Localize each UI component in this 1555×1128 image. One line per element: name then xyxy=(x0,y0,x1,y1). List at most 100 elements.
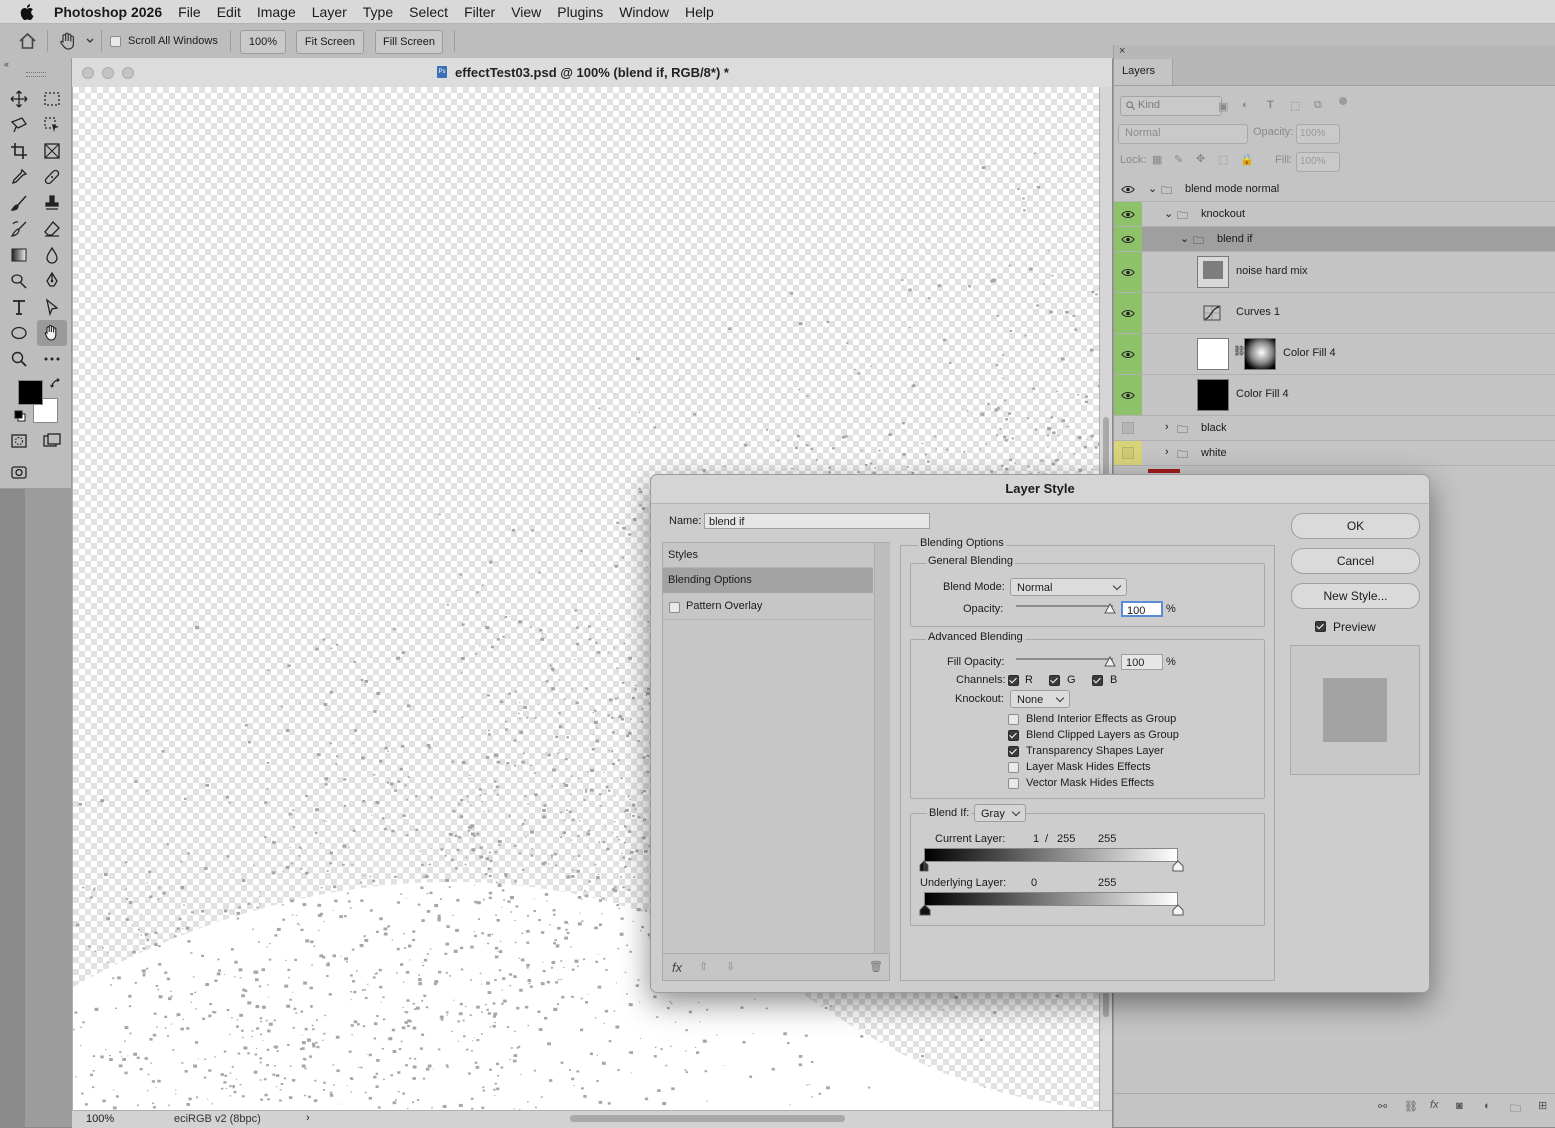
expand-chevron-icon[interactable]: ⌄ xyxy=(1164,207,1173,220)
fill-opacity-slider-handle[interactable] xyxy=(1104,656,1116,667)
zoom-level[interactable]: 100% xyxy=(86,1113,114,1125)
document-title-bar[interactable]: Ps effectTest03.psd @ 100% (blend if, RG… xyxy=(72,58,1112,88)
move-down-icon[interactable]: ⇩ xyxy=(726,960,735,973)
fx-icon[interactable]: fx xyxy=(672,960,682,975)
object-selection-tool-icon[interactable] xyxy=(40,114,64,136)
expand-chevron-icon[interactable]: ⌄ xyxy=(1180,232,1189,245)
blend-mode-select[interactable]: Normal xyxy=(1118,124,1248,144)
link-layers-icon[interactable]: ⚯ xyxy=(1378,1100,1387,1113)
visibility-eye-icon[interactable] xyxy=(1114,334,1142,374)
image-filter-icon[interactable]: ▣ xyxy=(1218,100,1228,113)
trash-icon[interactable]: 🗑 xyxy=(869,960,883,973)
menu-image[interactable]: Image xyxy=(257,4,296,20)
expand-chevron-icon[interactable]: ⌄ xyxy=(1148,182,1157,195)
path-selection-tool-icon[interactable] xyxy=(40,296,64,318)
underlying-layer-black-handle[interactable] xyxy=(919,904,931,916)
layer-row-curves-1[interactable]: Curves 1 xyxy=(1114,293,1555,334)
dodge-tool-icon[interactable] xyxy=(7,270,31,292)
hand-tool-icon[interactable] xyxy=(37,320,67,346)
styles-item-pattern-overlay[interactable]: Pattern Overlay xyxy=(663,594,873,620)
smart-object-filter-icon[interactable]: ⧉ xyxy=(1314,99,1322,112)
layer-row-color-fill-4[interactable]: Color Fill 4 xyxy=(1114,375,1555,416)
scroll-all-windows-checkbox[interactable] xyxy=(110,36,121,47)
tab-layers[interactable]: Layers xyxy=(1114,59,1173,85)
lock-all-icon[interactable]: 🔒 xyxy=(1240,153,1254,166)
brush-tool-icon[interactable] xyxy=(7,192,31,214)
styles-item-blending-options[interactable]: Blending Options xyxy=(663,568,873,593)
eyedropper-tool-icon[interactable] xyxy=(7,166,31,188)
pattern-overlay-checkbox[interactable] xyxy=(669,602,680,613)
layer-row-noise-hard-mix[interactable]: noise hard mix xyxy=(1114,252,1555,293)
dialog-title-bar[interactable]: Layer Style xyxy=(651,475,1429,504)
blend-mode-select[interactable]: Normal xyxy=(1010,578,1127,596)
stamp-tool-icon[interactable] xyxy=(40,192,64,214)
menu-plugins[interactable]: Plugins xyxy=(557,4,603,20)
zoom-tool-icon[interactable] xyxy=(7,348,31,370)
close-panel-icon[interactable]: × xyxy=(1119,45,1125,57)
blend-clipped-layers-checkbox[interactable] xyxy=(1008,730,1019,741)
marquee-tool-icon[interactable] xyxy=(40,88,64,110)
styles-list-scrollbar[interactable] xyxy=(874,543,890,953)
fx-icon[interactable]: fx xyxy=(1430,1099,1439,1111)
lasso-tool-icon[interactable] xyxy=(7,114,31,136)
layer-mask-thumbnail[interactable] xyxy=(1244,338,1276,370)
app-menu[interactable]: Photoshop 2026 xyxy=(54,4,162,20)
adjustment-filter-icon[interactable]: ◐ xyxy=(1242,99,1249,111)
menu-select[interactable]: Select xyxy=(409,4,448,20)
visibility-toggle-empty[interactable] xyxy=(1114,416,1142,440)
channel-r-checkbox[interactable] xyxy=(1008,675,1019,686)
menu-help[interactable]: Help xyxy=(685,4,714,20)
filter-kind-select[interactable]: Kind xyxy=(1120,96,1222,116)
gradient-tool-icon[interactable] xyxy=(7,244,31,266)
menu-window[interactable]: Window xyxy=(619,4,669,20)
menu-edit[interactable]: Edit xyxy=(217,4,241,20)
home-icon[interactable] xyxy=(19,33,36,49)
chevron-down-icon[interactable] xyxy=(86,38,94,44)
layer-row-blend-if[interactable]: ⌄ 🗀 blend if xyxy=(1114,227,1555,252)
hand-tool-icon[interactable] xyxy=(58,32,78,50)
layer-row-color-fill-4-masked[interactable]: ⛓ Color Fill 4 xyxy=(1114,334,1555,375)
fill-screen-button[interactable]: Fill Screen xyxy=(375,30,443,54)
move-up-icon[interactable]: ⇧ xyxy=(699,960,708,973)
lock-artboard-icon[interactable]: ⬚ xyxy=(1218,153,1228,166)
current-layer-white-handle[interactable] xyxy=(1172,860,1184,872)
opacity-slider-handle[interactable] xyxy=(1104,603,1116,614)
new-group-icon[interactable]: 🗀 xyxy=(1510,1100,1521,1119)
channel-g-checkbox[interactable] xyxy=(1049,675,1060,686)
type-tool-icon[interactable] xyxy=(7,296,31,318)
status-menu-arrow[interactable]: › xyxy=(306,1112,310,1124)
channel-b-checkbox[interactable] xyxy=(1092,675,1103,686)
collapse-panel-icon[interactable]: « xyxy=(4,59,9,69)
lock-paint-icon[interactable]: ✎ xyxy=(1174,153,1183,166)
menu-file[interactable]: File xyxy=(178,4,201,20)
menu-view[interactable]: View xyxy=(511,4,541,20)
healing-brush-tool-icon[interactable] xyxy=(40,166,64,188)
filter-toggle-icon[interactable] xyxy=(1339,97,1347,105)
layer-mask-hides-effects-checkbox[interactable] xyxy=(1008,762,1019,773)
default-colors-icon[interactable] xyxy=(14,410,26,422)
visibility-eye-icon[interactable] xyxy=(1114,252,1142,292)
layer-row-white[interactable]: › 🗀 white xyxy=(1114,441,1555,466)
visibility-eye-icon[interactable] xyxy=(1114,375,1142,415)
shape-filter-icon[interactable]: ⬚ xyxy=(1290,99,1300,112)
visibility-eye-icon[interactable] xyxy=(1114,293,1142,333)
lock-position-icon[interactable]: ✥ xyxy=(1196,152,1205,165)
menu-layer[interactable]: Layer xyxy=(312,4,347,20)
fit-screen-button[interactable]: Fit Screen xyxy=(296,30,364,54)
menu-type[interactable]: Type xyxy=(363,4,393,20)
new-layer-icon[interactable]: ⊞ xyxy=(1538,1099,1547,1112)
cancel-button[interactable]: Cancel xyxy=(1291,548,1420,574)
link-icon[interactable]: ⛓ xyxy=(1404,1100,1418,1113)
lock-transparent-icon[interactable]: ▦ xyxy=(1152,153,1162,166)
collapse-chevron-icon[interactable]: › xyxy=(1165,446,1169,458)
adjustment-layer-icon[interactable]: ◐ xyxy=(1484,1100,1491,1112)
swap-colors-icon[interactable] xyxy=(50,378,62,390)
blend-interior-effects-checkbox[interactable] xyxy=(1008,714,1019,725)
quick-mask-icon[interactable] xyxy=(7,430,31,452)
add-mask-icon[interactable]: ◙ xyxy=(1456,1100,1463,1112)
transparency-shapes-layer-checkbox[interactable] xyxy=(1008,746,1019,757)
collapse-chevron-icon[interactable]: › xyxy=(1165,421,1169,433)
visibility-eye-icon[interactable] xyxy=(1114,227,1142,251)
fill-field[interactable]: 100% xyxy=(1296,152,1340,172)
pen-tool-icon[interactable] xyxy=(40,270,64,292)
